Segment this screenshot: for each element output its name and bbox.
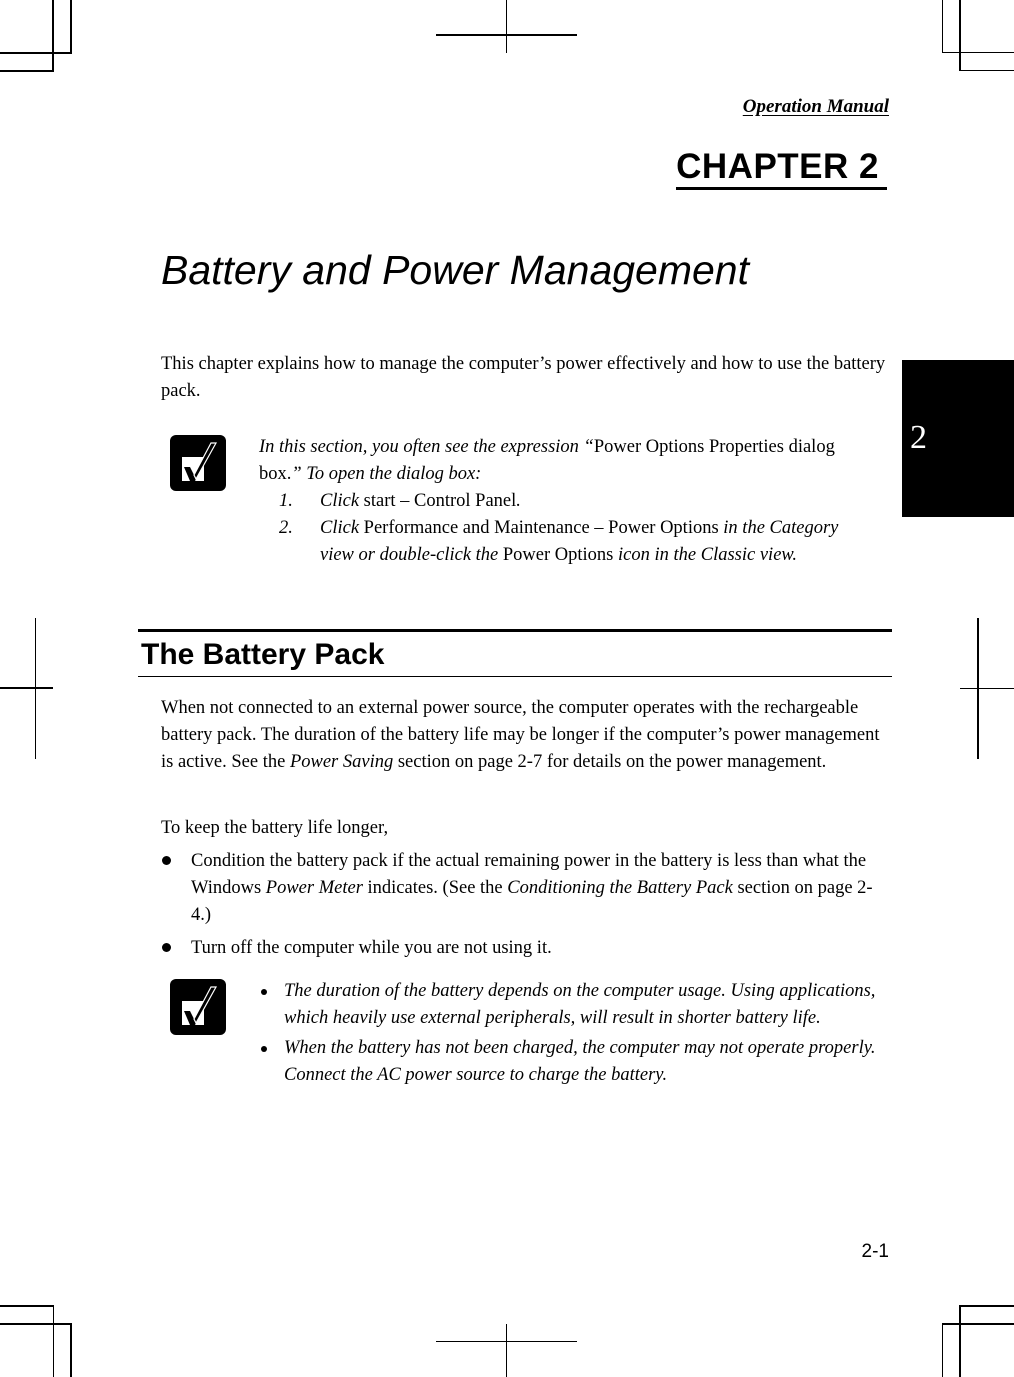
section-rule-top <box>138 629 892 632</box>
battery-tips-list: Condition the battery pack if the actual… <box>161 848 891 968</box>
note-item-text: The duration of the battery depends on t… <box>284 981 876 1028</box>
running-header: Operation Manual <box>742 96 889 117</box>
bullet-icon <box>162 943 171 952</box>
chapter-thumb-tab: 2 <box>902 360 1014 517</box>
crop-mark-line <box>0 1305 54 1307</box>
crop-mark-line <box>0 70 54 72</box>
note-item: When the battery has not been charged, t… <box>260 1035 880 1089</box>
crop-mark-line <box>960 688 1014 689</box>
note2-text: The duration of the battery depends on t… <box>260 978 880 1092</box>
step-text: Click <box>320 491 364 511</box>
step-text: icon in the Classic view. <box>618 545 797 565</box>
crop-mark-line <box>0 687 53 689</box>
step-number: 1. <box>279 491 293 511</box>
bullet-text: Conditioning the Battery Pack <box>507 878 733 898</box>
section-title: The Battery Pack <box>141 638 385 671</box>
step-text: Click <box>320 518 364 538</box>
bullet-text: indicates. (See the <box>362 878 508 898</box>
crop-mark-line <box>959 1305 1014 1307</box>
chapter-title: Battery and Power Management <box>161 247 749 293</box>
crop-mark-line <box>942 1323 1014 1325</box>
crop-mark-line <box>52 0 54 71</box>
chapter-label: CHAPTER 2 <box>676 147 887 190</box>
intro-paragraph: This chapter explains how to manage the … <box>161 354 886 401</box>
note-step: 1. Click start – Control Panel. <box>259 488 859 515</box>
crop-mark-line <box>506 1324 507 1377</box>
crop-mark-line <box>70 1323 72 1377</box>
bullet-icon <box>261 989 267 995</box>
crop-mark-line <box>506 0 507 53</box>
bullet-text: Turn off the computer while you are not … <box>191 938 552 958</box>
list-item: Condition the battery pack if the actual… <box>161 848 891 929</box>
list-item: Turn off the computer while you are not … <box>161 935 891 962</box>
bullet-icon <box>261 1046 267 1052</box>
crop-mark-line <box>942 1323 943 1377</box>
page-number: 2-1 <box>861 1241 889 1262</box>
note-item-text: When the battery has not been charged, t… <box>284 1038 876 1085</box>
note2-list: The duration of the battery depends on t… <box>260 978 880 1089</box>
checkmark-note-icon <box>170 435 226 491</box>
crop-mark-line <box>942 0 943 53</box>
crop-mark-line <box>942 52 1014 53</box>
bullet-icon <box>162 856 171 865</box>
crop-mark-line <box>53 1305 54 1377</box>
crop-mark-line <box>70 0 72 53</box>
power-saving-reference: Power Saving <box>289 752 394 772</box>
crop-mark-line <box>959 0 961 71</box>
crop-mark-line <box>0 1323 72 1325</box>
crop-mark-line <box>959 70 1014 71</box>
checkmark-note-icon <box>170 979 226 1035</box>
step-text: Performance and Maintenance – Power Opti… <box>363 518 724 538</box>
step-number: 2. <box>279 518 293 538</box>
note-item: The duration of the battery depends on t… <box>260 978 880 1032</box>
battery-paragraph: When not connected to an external power … <box>161 698 880 772</box>
step-text: start – Control Panel <box>363 491 517 511</box>
note-intro: In this section, you often see the expre… <box>259 437 835 484</box>
keep-battery-paragraph: To keep the battery life longer, <box>161 818 389 838</box>
bullet-text: Power Meter <box>265 878 363 898</box>
note-step: 2. Click Performance and Maintenance – Po… <box>259 515 859 569</box>
crop-mark-line <box>0 52 72 54</box>
note-steps-list: 1. Click start – Control Panel. 2. Click Pe… <box>259 488 859 569</box>
note-text: In this section, you often see the expre… <box>259 434 859 569</box>
step-text: . <box>516 491 521 511</box>
section-rule-bottom <box>138 676 892 677</box>
chapter-tab-number: 2 <box>910 419 927 456</box>
crop-mark-line <box>959 1305 961 1377</box>
step-text: Power Options <box>502 545 619 565</box>
